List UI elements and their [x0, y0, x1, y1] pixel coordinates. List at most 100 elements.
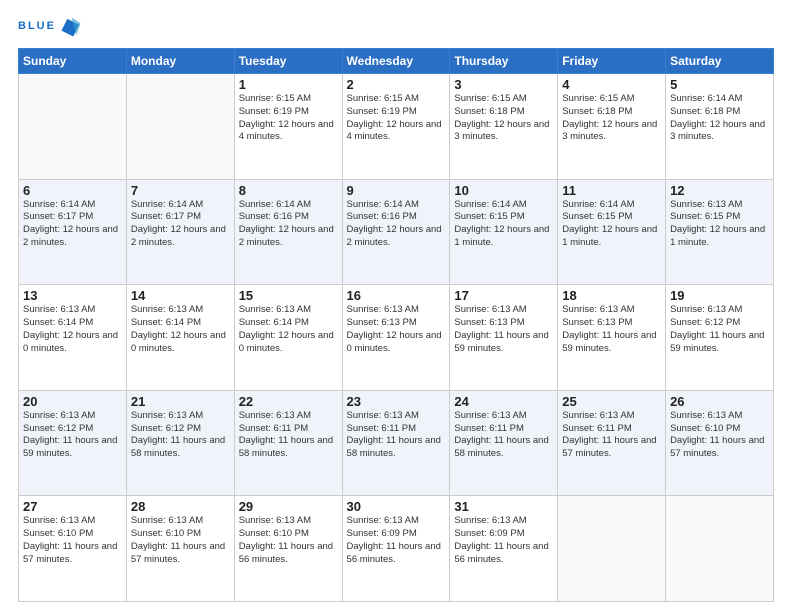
- day-info: Sunrise: 6:14 AM Sunset: 6:18 PM Dayligh…: [670, 93, 769, 144]
- day-cell: 31Sunrise: 6:13 AM Sunset: 6:09 PM Dayli…: [450, 496, 558, 602]
- day-cell: 13Sunrise: 6:13 AM Sunset: 6:14 PM Dayli…: [19, 285, 127, 391]
- logo-icon: [60, 16, 82, 38]
- day-number: 23: [347, 394, 446, 409]
- day-number: 4: [562, 77, 661, 92]
- day-number: 12: [670, 183, 769, 198]
- day-cell: 2Sunrise: 6:15 AM Sunset: 6:19 PM Daylig…: [342, 74, 450, 180]
- day-cell: 22Sunrise: 6:13 AM Sunset: 6:11 PM Dayli…: [234, 390, 342, 496]
- weekday-header-wednesday: Wednesday: [342, 49, 450, 74]
- day-number: 29: [239, 499, 338, 514]
- day-info: Sunrise: 6:13 AM Sunset: 6:10 PM Dayligh…: [23, 515, 122, 566]
- day-info: Sunrise: 6:13 AM Sunset: 6:13 PM Dayligh…: [562, 304, 661, 355]
- day-number: 21: [131, 394, 230, 409]
- day-cell: 10Sunrise: 6:14 AM Sunset: 6:15 PM Dayli…: [450, 179, 558, 285]
- day-number: 28: [131, 499, 230, 514]
- day-number: 17: [454, 288, 553, 303]
- day-number: 31: [454, 499, 553, 514]
- day-info: Sunrise: 6:13 AM Sunset: 6:11 PM Dayligh…: [239, 410, 338, 461]
- day-number: 24: [454, 394, 553, 409]
- day-cell: [558, 496, 666, 602]
- day-cell: 4Sunrise: 6:15 AM Sunset: 6:18 PM Daylig…: [558, 74, 666, 180]
- day-info: Sunrise: 6:13 AM Sunset: 6:14 PM Dayligh…: [239, 304, 338, 355]
- day-cell: [666, 496, 774, 602]
- day-info: Sunrise: 6:14 AM Sunset: 6:17 PM Dayligh…: [131, 199, 230, 250]
- day-info: Sunrise: 6:13 AM Sunset: 6:14 PM Dayligh…: [23, 304, 122, 355]
- day-cell: 3Sunrise: 6:15 AM Sunset: 6:18 PM Daylig…: [450, 74, 558, 180]
- week-row-2: 6Sunrise: 6:14 AM Sunset: 6:17 PM Daylig…: [19, 179, 774, 285]
- day-cell: 27Sunrise: 6:13 AM Sunset: 6:10 PM Dayli…: [19, 496, 127, 602]
- day-cell: 6Sunrise: 6:14 AM Sunset: 6:17 PM Daylig…: [19, 179, 127, 285]
- day-info: Sunrise: 6:14 AM Sunset: 6:15 PM Dayligh…: [454, 199, 553, 250]
- calendar-table: SundayMondayTuesdayWednesdayThursdayFrid…: [18, 48, 774, 602]
- day-cell: 30Sunrise: 6:13 AM Sunset: 6:09 PM Dayli…: [342, 496, 450, 602]
- day-number: 26: [670, 394, 769, 409]
- day-info: Sunrise: 6:13 AM Sunset: 6:11 PM Dayligh…: [454, 410, 553, 461]
- day-cell: 11Sunrise: 6:14 AM Sunset: 6:15 PM Dayli…: [558, 179, 666, 285]
- day-number: 3: [454, 77, 553, 92]
- day-info: Sunrise: 6:13 AM Sunset: 6:11 PM Dayligh…: [347, 410, 446, 461]
- day-cell: 19Sunrise: 6:13 AM Sunset: 6:12 PM Dayli…: [666, 285, 774, 391]
- weekday-header-thursday: Thursday: [450, 49, 558, 74]
- day-cell: 8Sunrise: 6:14 AM Sunset: 6:16 PM Daylig…: [234, 179, 342, 285]
- header: BLUE: [18, 16, 774, 38]
- day-info: Sunrise: 6:13 AM Sunset: 6:12 PM Dayligh…: [23, 410, 122, 461]
- day-info: Sunrise: 6:14 AM Sunset: 6:17 PM Dayligh…: [23, 199, 122, 250]
- day-info: Sunrise: 6:13 AM Sunset: 6:10 PM Dayligh…: [239, 515, 338, 566]
- day-info: Sunrise: 6:14 AM Sunset: 6:16 PM Dayligh…: [239, 199, 338, 250]
- weekday-header-friday: Friday: [558, 49, 666, 74]
- day-cell: 29Sunrise: 6:13 AM Sunset: 6:10 PM Dayli…: [234, 496, 342, 602]
- day-cell: 17Sunrise: 6:13 AM Sunset: 6:13 PM Dayli…: [450, 285, 558, 391]
- day-cell: 24Sunrise: 6:13 AM Sunset: 6:11 PM Dayli…: [450, 390, 558, 496]
- day-info: Sunrise: 6:13 AM Sunset: 6:12 PM Dayligh…: [670, 304, 769, 355]
- week-row-3: 13Sunrise: 6:13 AM Sunset: 6:14 PM Dayli…: [19, 285, 774, 391]
- day-number: 16: [347, 288, 446, 303]
- weekday-header-row: SundayMondayTuesdayWednesdayThursdayFrid…: [19, 49, 774, 74]
- day-cell: 16Sunrise: 6:13 AM Sunset: 6:13 PM Dayli…: [342, 285, 450, 391]
- day-number: 15: [239, 288, 338, 303]
- day-number: 9: [347, 183, 446, 198]
- day-cell: [126, 74, 234, 180]
- day-cell: 7Sunrise: 6:14 AM Sunset: 6:17 PM Daylig…: [126, 179, 234, 285]
- day-number: 25: [562, 394, 661, 409]
- day-cell: 21Sunrise: 6:13 AM Sunset: 6:12 PM Dayli…: [126, 390, 234, 496]
- day-info: Sunrise: 6:13 AM Sunset: 6:14 PM Dayligh…: [131, 304, 230, 355]
- day-number: 8: [239, 183, 338, 198]
- day-cell: 5Sunrise: 6:14 AM Sunset: 6:18 PM Daylig…: [666, 74, 774, 180]
- day-info: Sunrise: 6:13 AM Sunset: 6:11 PM Dayligh…: [562, 410, 661, 461]
- day-info: Sunrise: 6:13 AM Sunset: 6:10 PM Dayligh…: [670, 410, 769, 461]
- week-row-4: 20Sunrise: 6:13 AM Sunset: 6:12 PM Dayli…: [19, 390, 774, 496]
- day-number: 18: [562, 288, 661, 303]
- day-info: Sunrise: 6:13 AM Sunset: 6:13 PM Dayligh…: [454, 304, 553, 355]
- week-row-5: 27Sunrise: 6:13 AM Sunset: 6:10 PM Dayli…: [19, 496, 774, 602]
- day-number: 11: [562, 183, 661, 198]
- week-row-1: 1Sunrise: 6:15 AM Sunset: 6:19 PM Daylig…: [19, 74, 774, 180]
- weekday-header-monday: Monday: [126, 49, 234, 74]
- day-number: 22: [239, 394, 338, 409]
- day-info: Sunrise: 6:13 AM Sunset: 6:10 PM Dayligh…: [131, 515, 230, 566]
- logo: BLUE: [18, 16, 82, 38]
- day-number: 10: [454, 183, 553, 198]
- day-cell: 25Sunrise: 6:13 AM Sunset: 6:11 PM Dayli…: [558, 390, 666, 496]
- day-cell: 14Sunrise: 6:13 AM Sunset: 6:14 PM Dayli…: [126, 285, 234, 391]
- day-cell: 15Sunrise: 6:13 AM Sunset: 6:14 PM Dayli…: [234, 285, 342, 391]
- day-info: Sunrise: 6:15 AM Sunset: 6:19 PM Dayligh…: [347, 93, 446, 144]
- day-number: 2: [347, 77, 446, 92]
- day-cell: [19, 74, 127, 180]
- weekday-header-sunday: Sunday: [19, 49, 127, 74]
- weekday-header-tuesday: Tuesday: [234, 49, 342, 74]
- day-info: Sunrise: 6:13 AM Sunset: 6:09 PM Dayligh…: [347, 515, 446, 566]
- day-cell: 1Sunrise: 6:15 AM Sunset: 6:19 PM Daylig…: [234, 74, 342, 180]
- day-number: 6: [23, 183, 122, 198]
- day-number: 27: [23, 499, 122, 514]
- day-info: Sunrise: 6:14 AM Sunset: 6:16 PM Dayligh…: [347, 199, 446, 250]
- day-cell: 12Sunrise: 6:13 AM Sunset: 6:15 PM Dayli…: [666, 179, 774, 285]
- day-info: Sunrise: 6:15 AM Sunset: 6:18 PM Dayligh…: [454, 93, 553, 144]
- day-cell: 28Sunrise: 6:13 AM Sunset: 6:10 PM Dayli…: [126, 496, 234, 602]
- day-number: 13: [23, 288, 122, 303]
- day-cell: 20Sunrise: 6:13 AM Sunset: 6:12 PM Dayli…: [19, 390, 127, 496]
- day-number: 14: [131, 288, 230, 303]
- day-cell: 18Sunrise: 6:13 AM Sunset: 6:13 PM Dayli…: [558, 285, 666, 391]
- day-info: Sunrise: 6:13 AM Sunset: 6:15 PM Dayligh…: [670, 199, 769, 250]
- day-cell: 9Sunrise: 6:14 AM Sunset: 6:16 PM Daylig…: [342, 179, 450, 285]
- day-info: Sunrise: 6:13 AM Sunset: 6:13 PM Dayligh…: [347, 304, 446, 355]
